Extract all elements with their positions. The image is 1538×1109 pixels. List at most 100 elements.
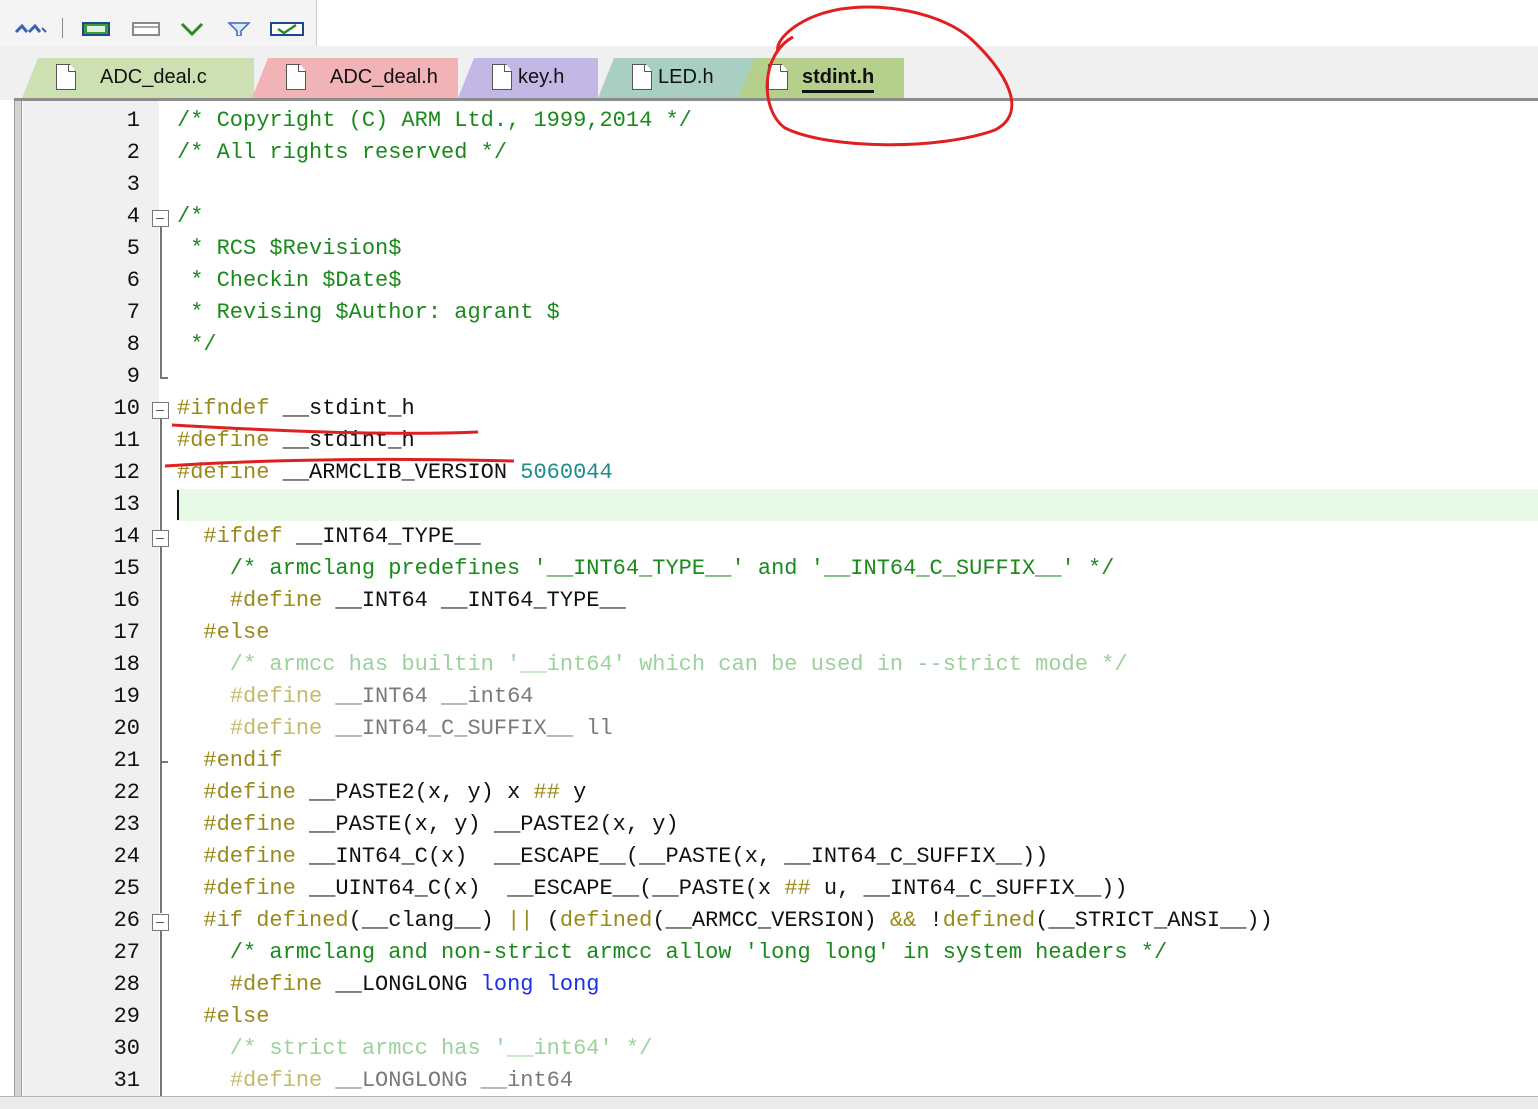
code-line[interactable]: 11 #define __stdint_h — [15, 425, 1538, 457]
fold-toggle-icon[interactable] — [152, 402, 169, 419]
line-number: 7 — [126, 300, 140, 325]
code-line[interactable]: 31 #define __LONGLONG __int64 — [15, 1065, 1538, 1097]
code-text: #define __PASTE2(x, y) x ## y — [203, 780, 587, 805]
code-line[interactable]: 19 #define __INT64 __int64 — [15, 681, 1538, 713]
code-text: /* strict armcc has '__int64' */ — [177, 1036, 653, 1061]
document-icon — [492, 64, 512, 90]
code-text: */ — [177, 332, 217, 357]
fold-toggle-icon[interactable] — [152, 914, 169, 931]
code-line[interactable]: 8 */ — [15, 329, 1538, 361]
line-number: 24 — [113, 844, 140, 869]
line-number: 9 — [126, 364, 140, 389]
line-number: 13 — [113, 492, 140, 517]
code-text: * RCS $Revision$ — [177, 236, 402, 261]
line-number: 23 — [113, 812, 140, 837]
check-window-icon[interactable] — [270, 22, 304, 36]
code-line[interactable]: 13 — [15, 489, 1538, 521]
code-text: * Revising $Author: agrant $ — [177, 300, 560, 325]
code-text: #if defined(__clang__) || (defined(__ARM… — [203, 908, 1273, 933]
line-number: 26 — [113, 908, 140, 933]
code-text: #define __stdint_h — [177, 428, 415, 453]
code-line[interactable]: 10 #ifndef __stdint_h — [15, 393, 1538, 425]
code-line[interactable]: 22 #define __PASTE2(x, y) x ## y — [15, 777, 1538, 809]
fold-guide — [160, 547, 162, 761]
code-line[interactable]: 14 #ifdef __INT64_TYPE__ — [15, 521, 1538, 553]
code-text: /* — [177, 204, 204, 229]
code-line[interactable]: 29 #else — [15, 1001, 1538, 1033]
fold-guide — [160, 931, 162, 1096]
tab-label: ADC_deal.c — [100, 66, 207, 88]
line-number: 19 — [113, 684, 140, 709]
window-outline-icon[interactable] — [132, 22, 160, 36]
code-line[interactable]: 20 #define __INT64_C_SUFFIX__ ll — [15, 713, 1538, 745]
line-number: 3 — [126, 172, 140, 197]
code-line[interactable]: 28 #define __LONGLONG long long — [15, 969, 1538, 1001]
code-text: /* armclang predefines '__INT64_TYPE__' … — [177, 556, 1115, 581]
code-text: * Checkin $Date$ — [177, 268, 402, 293]
line-number: 10 — [113, 396, 140, 421]
code-line[interactable]: 24 #define __INT64_C(x) __ESCAPE__(__PAS… — [15, 841, 1538, 873]
filter-icon[interactable] — [226, 22, 252, 36]
line-number: 20 — [113, 716, 140, 741]
line-number: 1 — [126, 108, 140, 133]
line-number: 8 — [126, 332, 140, 357]
code-line[interactable]: 15 /* armclang predefines '__INT64_TYPE_… — [15, 553, 1538, 585]
download-icon[interactable] — [178, 22, 206, 36]
line-number: 31 — [113, 1068, 140, 1093]
fold-guide — [160, 419, 162, 539]
code-text: #define __ARMCLIB_VERSION 5060044 — [177, 460, 613, 485]
code-text: #else — [203, 1004, 270, 1029]
line-number: 11 — [113, 428, 140, 453]
code-line[interactable]: 12 #define __ARMCLIB_VERSION 5060044 — [15, 457, 1538, 489]
code-line[interactable]: 3 — [15, 169, 1538, 201]
code-line[interactable]: 5 * RCS $Revision$ — [15, 233, 1538, 265]
tab-adc-deal-h[interactable]: ADC_deal.h — [252, 58, 458, 98]
code-line[interactable]: 9 — [15, 361, 1538, 393]
code-line[interactable]: 4 /* — [15, 201, 1538, 233]
line-number: 14 — [113, 524, 140, 549]
code-line[interactable]: 30 /* strict armcc has '__int64' */ — [15, 1033, 1538, 1065]
code-line[interactable]: 23 #define __PASTE(x, y) __PASTE2(x, y) — [15, 809, 1538, 841]
code-text: #define __INT64_C(x) __ESCAPE__(__PASTE(… — [203, 844, 1049, 869]
code-text: /* armcc has builtin '__int64' which can… — [177, 652, 1128, 677]
line-number: 25 — [113, 876, 140, 901]
code-line[interactable]: 21 #endif — [15, 745, 1538, 777]
line-number: 12 — [113, 460, 140, 485]
fold-toggle-icon[interactable] — [152, 530, 169, 547]
tab-key-h[interactable]: key.h — [458, 58, 598, 98]
code-line[interactable]: 6 * Checkin $Date$ — [15, 265, 1538, 297]
code-line[interactable]: 17 #else — [15, 617, 1538, 649]
code-line[interactable]: 7 * Revising $Author: agrant $ — [15, 297, 1538, 329]
code-text: /* All rights reserved */ — [177, 140, 508, 165]
code-line[interactable]: 26 #if defined(__clang__) || (defined(__… — [15, 905, 1538, 937]
code-line[interactable]: 16 #define __INT64 __INT64_TYPE__ — [15, 585, 1538, 617]
line-number: 17 — [113, 620, 140, 645]
code-text: #else — [203, 620, 270, 645]
code-line[interactable]: 27 /* armclang and non-strict armcc allo… — [15, 937, 1538, 969]
code-text: #ifdef __INT64_TYPE__ — [203, 524, 481, 549]
code-text: #endif — [203, 748, 283, 773]
fold-toggle-icon[interactable] — [152, 210, 169, 227]
document-icon — [56, 64, 76, 90]
document-icon — [286, 64, 306, 90]
window-icon[interactable] — [82, 22, 110, 36]
code-text: #ifndef __stdint_h — [177, 396, 415, 421]
line-number: 15 — [113, 556, 140, 581]
code-line[interactable]: 25 #define __UINT64_C(x) __ESCAPE__(__PA… — [15, 873, 1538, 905]
code-editor[interactable]: 1 /* Copyright (C) ARM Ltd., 1999,2014 */… — [14, 101, 1538, 1096]
tab-stdint-h[interactable]: stdint.h — [738, 58, 904, 98]
code-line[interactable]: 1 /* Copyright (C) ARM Ltd., 1999,2014 */ — [15, 105, 1538, 137]
toolbar — [0, 0, 317, 47]
line-number: 28 — [113, 972, 140, 997]
code-line[interactable]: 18 /* armcc has builtin '__int64' which … — [15, 649, 1538, 681]
line-number: 6 — [126, 268, 140, 293]
code-line[interactable]: 2 /* All rights reserved */ — [15, 137, 1538, 169]
horizontal-scrollbar[interactable] — [0, 1096, 1538, 1109]
tab-adc-deal-c[interactable]: ADC_deal.c — [22, 58, 254, 98]
tab-label: ADC_deal.h — [330, 66, 438, 88]
line-number: 27 — [113, 940, 140, 965]
document-icon — [632, 64, 652, 90]
code-text: /* Copyright (C) ARM Ltd., 1999,2014 */ — [177, 108, 692, 133]
binoculars-icon[interactable] — [14, 22, 48, 36]
code-text: #define __UINT64_C(x) __ESCAPE__(__PASTE… — [203, 876, 1128, 901]
